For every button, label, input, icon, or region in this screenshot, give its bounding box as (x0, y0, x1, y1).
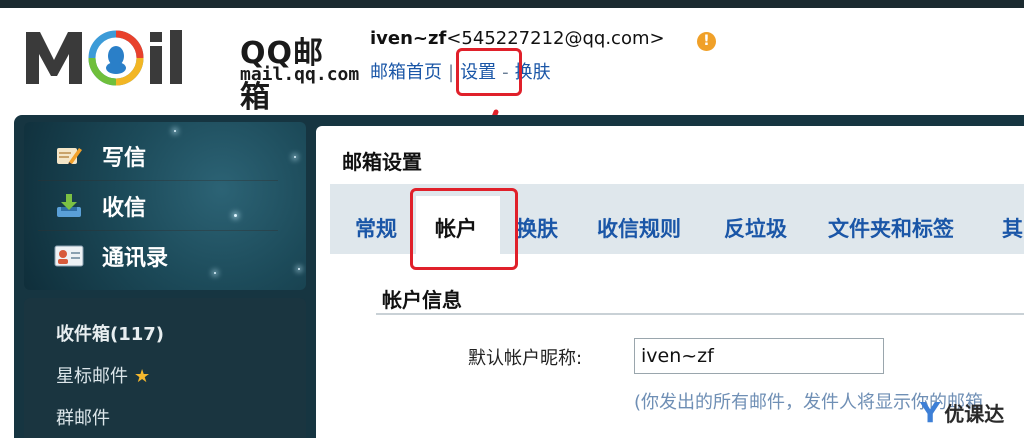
page-title: 邮箱设置 (342, 150, 422, 174)
contacts-button[interactable]: 通讯录 (54, 236, 168, 276)
warning-icon[interactable]: ! (697, 32, 716, 51)
sidebar-divider (38, 230, 278, 231)
folder-group-mail[interactable]: 群邮件 (56, 404, 110, 430)
account-tab-highlight-box (410, 188, 518, 270)
decor-star (294, 156, 296, 158)
compose-button[interactable]: 写信 (54, 136, 146, 176)
tab-anti-spam[interactable]: 反垃圾 (724, 213, 787, 243)
inbox-download-icon (54, 193, 84, 219)
nickname-input[interactable] (634, 338, 884, 374)
tab-receive-rules[interactable]: 收信规则 (597, 213, 681, 243)
sidebar-actions: 写信 收信 通讯录 (24, 122, 306, 290)
tab-skin[interactable]: 换肤 (516, 213, 558, 243)
decor-star (234, 214, 237, 217)
contacts-icon (54, 243, 84, 269)
folder-starred-label: 星标邮件 (56, 366, 128, 387)
decor-star (214, 272, 216, 274)
qq-mail-logo[interactable]: QQ邮箱 mail.qq.com (24, 24, 359, 115)
logo-domain-text: mail.qq.com (240, 64, 360, 85)
compose-icon (54, 143, 84, 169)
nav-separator: | (448, 62, 455, 83)
section-divider (376, 313, 1024, 315)
tab-folders-labels[interactable]: 文件夹和标签 (828, 213, 954, 243)
user-identity: iven~zf<545227212@qq.com> (370, 28, 665, 49)
nickname-label: 默认帐户昵称: (468, 348, 583, 369)
watermark: Y 优课达 (920, 396, 1004, 429)
watermark-logo: Y (920, 396, 941, 429)
contacts-label: 通讯录 (102, 246, 169, 271)
sidebar-divider (38, 180, 278, 181)
compose-label: 写信 (102, 146, 147, 171)
receive-button[interactable]: 收信 (54, 186, 146, 226)
section-title: 帐户信息 (382, 288, 462, 312)
mail-logo-mark (26, 30, 182, 86)
star-icon: ★ (134, 366, 151, 387)
receive-label: 收信 (102, 196, 147, 221)
tab-general[interactable]: 常规 (355, 213, 397, 243)
watermark-text: 优课达 (944, 402, 1005, 426)
top-bar (0, 0, 1024, 8)
folder-inbox[interactable]: 收件箱(117) (56, 320, 164, 346)
tab-other[interactable]: 其 (1002, 213, 1023, 243)
decor-star (298, 268, 300, 270)
decor-star (174, 130, 176, 132)
user-name: iven~zf (370, 28, 447, 49)
user-email: <545227212@qq.com> (446, 28, 665, 49)
folder-starred[interactable]: 星标邮件 ★ (56, 362, 150, 388)
mailbox-home-link[interactable]: 邮箱首页 (370, 62, 442, 83)
settings-highlight-box (456, 48, 522, 96)
sidebar-folders: 收件箱(117) 星标邮件 ★ 群邮件 (24, 298, 306, 438)
